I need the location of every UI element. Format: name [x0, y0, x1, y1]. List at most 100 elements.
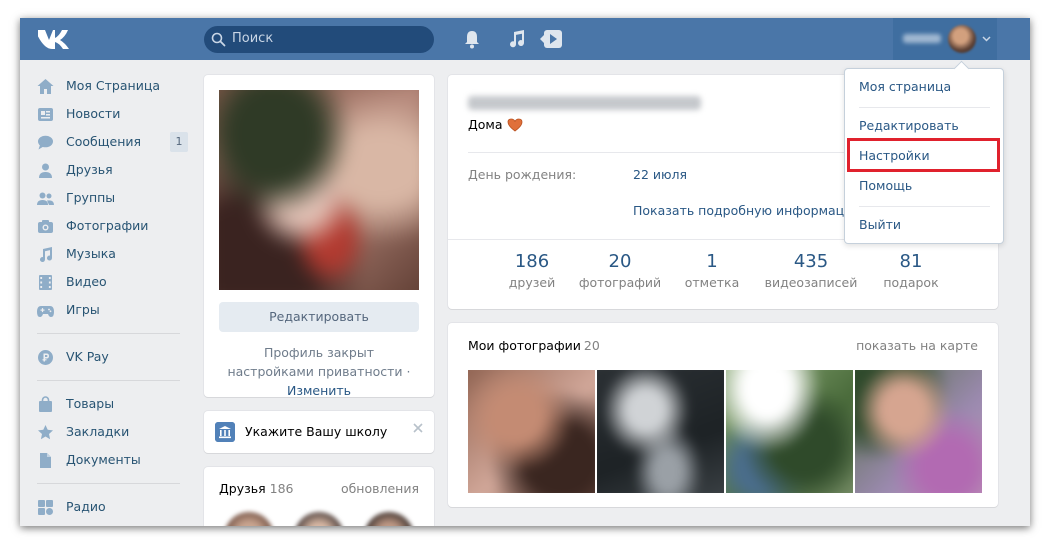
counter-tags[interactable]: 1 отметка: [678, 251, 746, 292]
counter-label: отметка: [684, 275, 740, 290]
sidebar-item-video[interactable]: Видео: [20, 268, 190, 296]
counter-videos[interactable]: 435 видеозаписей: [761, 251, 861, 292]
edit-profile-button[interactable]: Редактировать: [219, 302, 419, 332]
sidebar-item-label: Документы: [66, 452, 141, 467]
birthday-label: День рождения:: [468, 167, 577, 182]
counter-value: 20: [608, 251, 632, 272]
counter-photos[interactable]: 20 фотографий: [576, 251, 664, 292]
friends-title-label: Друзья: [219, 481, 266, 496]
photo-thumbnail[interactable]: [855, 370, 982, 493]
friend-avatar[interactable]: [224, 512, 274, 526]
menu-item-logout[interactable]: Выйти: [845, 212, 1003, 238]
profile-photo-card: Редактировать Профиль закрыт настройками…: [204, 75, 434, 400]
sidebar-item-games[interactable]: Игры: [20, 296, 190, 324]
school-building-icon: [215, 422, 235, 442]
news-icon: [38, 108, 53, 121]
sidebar-item-label: Радио: [66, 499, 106, 514]
menu-item-edit[interactable]: Редактировать: [845, 113, 1003, 139]
camera-icon: [38, 220, 53, 233]
bell-icon[interactable]: [461, 28, 483, 50]
search-icon: [211, 32, 226, 47]
status-text: Дома: [468, 117, 503, 132]
counter-value: 1: [706, 251, 718, 272]
top-header: Поиск: [20, 18, 1030, 60]
menu-item-help[interactable]: Помощь: [845, 173, 1003, 199]
home-icon: [37, 79, 54, 94]
counter-label: подарок: [883, 275, 939, 290]
sidebar-item-news[interactable]: Новости: [20, 100, 190, 128]
profile-status: Дома: [468, 117, 523, 132]
counter-gifts[interactable]: 81 подарок: [876, 251, 946, 292]
sidebar-item-music[interactable]: Музыка: [20, 240, 190, 268]
video-icon: [39, 275, 52, 290]
user-menu-toggle[interactable]: [893, 18, 997, 60]
private-profile-text: Профиль закрыт настройками приватности: [227, 345, 403, 379]
separator-dot: ·: [406, 364, 411, 379]
friends-updates-link[interactable]: обновления: [341, 481, 419, 496]
sidebar-item-goods[interactable]: Товары: [20, 390, 190, 418]
friend-avatar[interactable]: [294, 512, 344, 526]
star-icon: [38, 425, 53, 440]
private-profile-note: Профиль закрыт настройками приватности ·…: [219, 343, 419, 400]
counter-value: 186: [514, 251, 550, 272]
counter-label: друзей: [508, 275, 556, 290]
vk-logo-icon[interactable]: [38, 27, 72, 49]
left-nav: Моя Страница Новости Сообщения 1 Друзья …: [20, 72, 190, 521]
school-prompt-label: Укажите Вашу школу: [245, 424, 388, 439]
chevron-down-icon: [982, 36, 991, 42]
sidebar-item-label: Товары: [66, 396, 115, 411]
user-name-blurred: [903, 34, 941, 43]
messages-icon: [38, 135, 53, 150]
video-play-icon[interactable]: [539, 28, 563, 50]
sidebar-item-bookmarks[interactable]: Закладки: [20, 418, 190, 446]
nav-divider: [37, 380, 180, 381]
photo-thumbnail[interactable]: [726, 370, 853, 493]
sidebar-item-label: Друзья: [66, 162, 113, 177]
sidebar-item-radio[interactable]: Радио: [20, 493, 190, 521]
school-prompt-card[interactable]: Укажите Вашу школу: [204, 411, 434, 453]
show-on-map-link[interactable]: показать на карте: [856, 338, 978, 353]
radio-icon: [38, 500, 53, 515]
friends-count: 186: [269, 481, 294, 496]
sidebar-item-label: Сообщения: [66, 134, 142, 149]
sidebar-item-label: Новости: [66, 106, 121, 121]
profile-photo[interactable]: [219, 90, 419, 290]
sidebar-item-vkpay[interactable]: VK Pay: [20, 343, 190, 371]
sidebar-item-messages[interactable]: Сообщения 1: [20, 128, 190, 156]
search-input[interactable]: Поиск: [204, 26, 434, 53]
sidebar-item-label: Игры: [66, 302, 100, 317]
photos-title-label: Мои фотографии: [468, 338, 581, 353]
bag-icon: [39, 396, 52, 412]
photo-thumbnail[interactable]: [468, 370, 595, 493]
document-icon: [40, 453, 51, 468]
menu-divider: [859, 107, 990, 108]
sidebar-item-documents[interactable]: Документы: [20, 446, 190, 474]
sidebar-item-label: Группы: [66, 190, 116, 205]
friends-title[interactable]: Друзья 186: [219, 481, 294, 496]
unread-count-badge: 1: [170, 132, 188, 152]
close-icon[interactable]: [412, 422, 424, 434]
counter-friends[interactable]: 186 друзей: [503, 251, 561, 292]
music-icon: [40, 247, 53, 263]
change-privacy-link[interactable]: Изменить: [287, 383, 351, 398]
music-icon[interactable]: [506, 28, 528, 50]
sidebar-item-groups[interactable]: Группы: [20, 184, 190, 212]
browser-viewport: Поиск Моя Страница Новости Сообщения 1 Д…: [20, 18, 1030, 526]
heart-icon: [507, 118, 522, 131]
friends-card: Друзья 186 обновления: [204, 467, 434, 526]
friends-icon: [39, 163, 52, 178]
sidebar-item-my-page[interactable]: Моя Страница: [20, 72, 190, 100]
counter-label: видеозаписей: [764, 275, 858, 290]
nav-divider: [37, 483, 180, 484]
profile-counters: 186 друзей 20 фотографий 1 отметка 435 в…: [448, 240, 998, 295]
photo-thumbnail[interactable]: [597, 370, 724, 493]
menu-item-my-page[interactable]: Моя страница: [845, 74, 1003, 100]
sidebar-item-photos[interactable]: Фотографии: [20, 212, 190, 240]
nav-divider: [37, 333, 180, 334]
sidebar-item-friends[interactable]: Друзья: [20, 156, 190, 184]
birthday-value[interactable]: 22 июля: [633, 167, 687, 182]
photos-title[interactable]: Мои фотографии 20: [468, 338, 600, 353]
show-details-link[interactable]: Показать подробную информацию: [633, 203, 863, 218]
sidebar-item-label: Фотографии: [66, 218, 149, 233]
friend-avatar[interactable]: [364, 512, 414, 526]
